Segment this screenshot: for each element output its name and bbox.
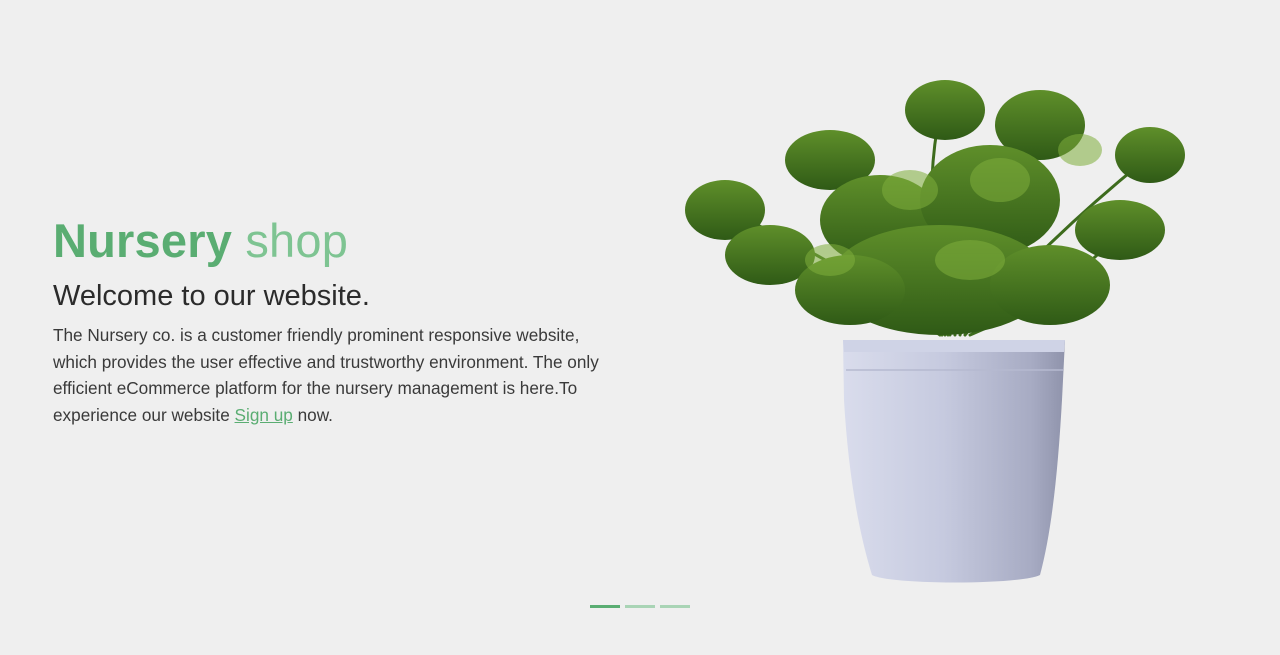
hero-title-bold: Nursery (53, 214, 233, 267)
hero-description: The Nursery co. is a customer friendly p… (53, 322, 623, 428)
description-tail: now. (292, 404, 333, 425)
hero-subtitle: Welcome to our website. (53, 280, 370, 312)
carousel-indicators (590, 605, 690, 608)
signup-link[interactable]: Sign up (235, 405, 293, 425)
carousel-indicator-3[interactable] (660, 605, 690, 608)
carousel-indicator-1[interactable] (590, 605, 620, 608)
hero-text: Nursery shop Welcome to our website. The… (53, 212, 623, 428)
carousel-indicator-2[interactable] (625, 605, 655, 608)
hero-section: Nursery shop Welcome to our website. The… (0, 0, 1280, 655)
hero-title: Nursery shop (53, 212, 623, 270)
hero-title-light: shop (245, 214, 349, 267)
potted-plant-image (685, 80, 1185, 583)
